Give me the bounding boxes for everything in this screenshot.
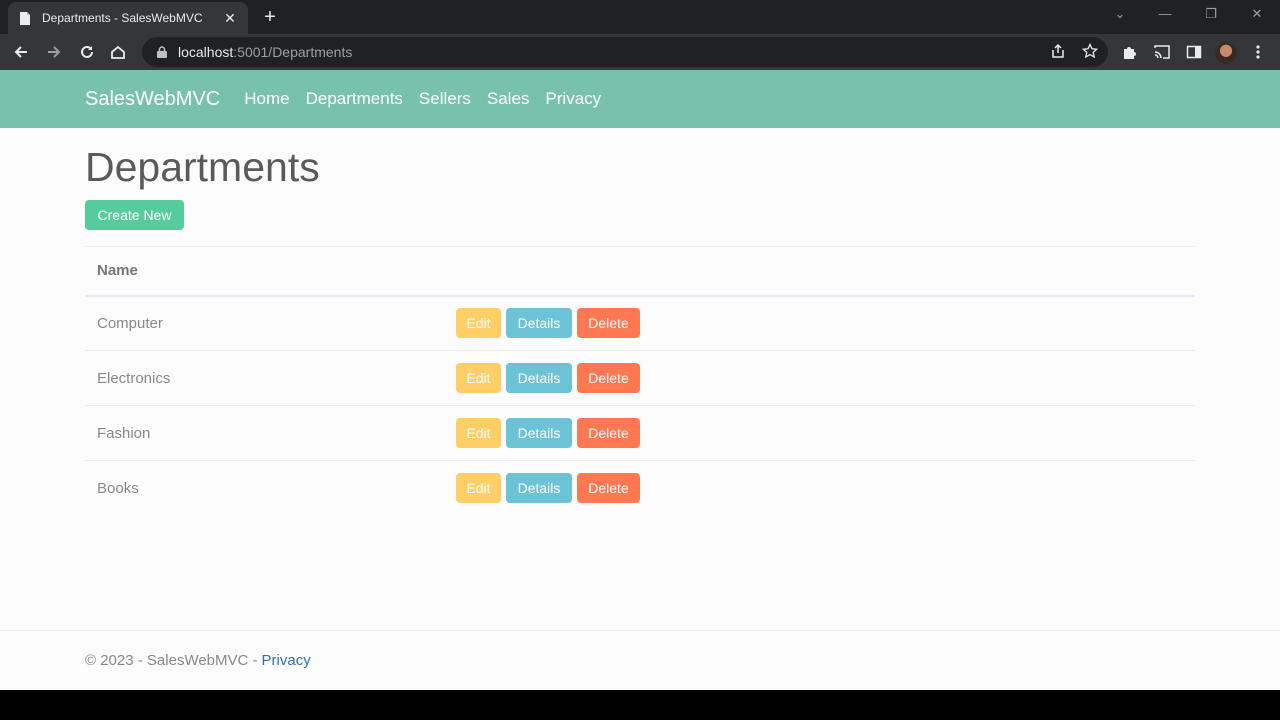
details-button[interactable]: Details [506, 418, 572, 448]
back-icon[interactable] [10, 41, 32, 63]
table-row: Books Edit Details Delete [85, 461, 1195, 516]
table-row: Electronics Edit Details Delete [85, 351, 1195, 406]
browser-toolbar: localhost :5001/Departments [0, 34, 1280, 70]
browser-tabstrip: Departments - SalesWebMVC ✕ + ⌄ — ❐ ✕ [0, 0, 1280, 34]
reload-icon[interactable] [76, 41, 98, 63]
nav-link-sales[interactable]: Sales [487, 89, 530, 109]
table-row: Computer Edit Details Delete [85, 296, 1195, 351]
extensions-icon[interactable] [1119, 41, 1141, 63]
menu-icon[interactable] [1247, 41, 1269, 63]
nav-link-home[interactable]: Home [244, 89, 289, 109]
address-bar[interactable]: localhost :5001/Departments [142, 37, 1108, 67]
chevron-down-icon[interactable]: ⌄ [1108, 6, 1132, 22]
new-tab-icon[interactable]: + [258, 5, 282, 29]
url-host: localhost [178, 44, 234, 60]
delete-button[interactable]: Delete [577, 418, 640, 448]
footer-copyright: © 2023 - SalesWebMVC - [85, 652, 258, 669]
navbar-brand[interactable]: SalesWebMVC [85, 88, 220, 111]
minimize-icon[interactable]: — [1153, 6, 1177, 21]
restore-icon[interactable]: ❐ [1199, 6, 1223, 22]
edit-button[interactable]: Edit [456, 418, 501, 448]
department-name: Fashion [97, 424, 151, 442]
home-icon[interactable] [107, 41, 129, 63]
forward-icon[interactable] [43, 41, 65, 63]
edit-button[interactable]: Edit [456, 473, 501, 504]
tab-title: Departments - SalesWebMVC [42, 11, 203, 25]
url-path: :5001/Departments [233, 44, 353, 60]
delete-button[interactable]: Delete [577, 473, 640, 504]
department-name: Electronics [97, 369, 171, 387]
details-button[interactable]: Details [506, 363, 572, 393]
column-header-actions [444, 247, 1195, 296]
department-name: Books [97, 479, 139, 497]
nav-link-departments[interactable]: Departments [306, 89, 403, 109]
page-viewport: SalesWebMVC Home Departments Sellers Sal… [0, 70, 1280, 690]
lock-icon[interactable] [154, 44, 170, 60]
delete-button[interactable]: Delete [577, 308, 640, 339]
star-icon[interactable] [1080, 41, 1100, 61]
column-header-name: Name [97, 262, 138, 280]
page-title: Departments [85, 144, 320, 190]
site-footer: © 2023 - SalesWebMVC - Privacy [0, 630, 1280, 690]
nav-link-privacy[interactable]: Privacy [545, 89, 601, 109]
edit-button[interactable]: Edit [456, 308, 501, 339]
delete-button[interactable]: Delete [577, 363, 640, 393]
close-window-icon[interactable]: ✕ [1245, 6, 1269, 22]
details-button[interactable]: Details [506, 473, 572, 504]
side-panel-icon[interactable] [1183, 41, 1205, 63]
create-new-button[interactable]: Create New [85, 200, 184, 230]
screen-bottom-bar [0, 690, 1280, 720]
footer-privacy-link[interactable]: Privacy [262, 652, 311, 669]
departments-table: Name Computer Edit Details Delete Electr… [85, 246, 1195, 516]
page-icon [18, 10, 32, 26]
close-tab-icon[interactable]: ✕ [222, 10, 238, 27]
browser-tab[interactable]: Departments - SalesWebMVC ✕ [8, 2, 248, 34]
cast-icon[interactable] [1151, 41, 1173, 63]
department-name: Computer [97, 314, 163, 332]
site-navbar: SalesWebMVC Home Departments Sellers Sal… [0, 70, 1280, 128]
nav-link-sellers[interactable]: Sellers [419, 89, 471, 109]
share-icon[interactable] [1048, 41, 1068, 61]
table-row: Fashion Edit Details Delete [85, 406, 1195, 461]
edit-button[interactable]: Edit [456, 363, 501, 393]
details-button[interactable]: Details [506, 308, 572, 339]
profile-avatar[interactable] [1215, 42, 1237, 64]
table-header-row: Name [85, 246, 1195, 296]
